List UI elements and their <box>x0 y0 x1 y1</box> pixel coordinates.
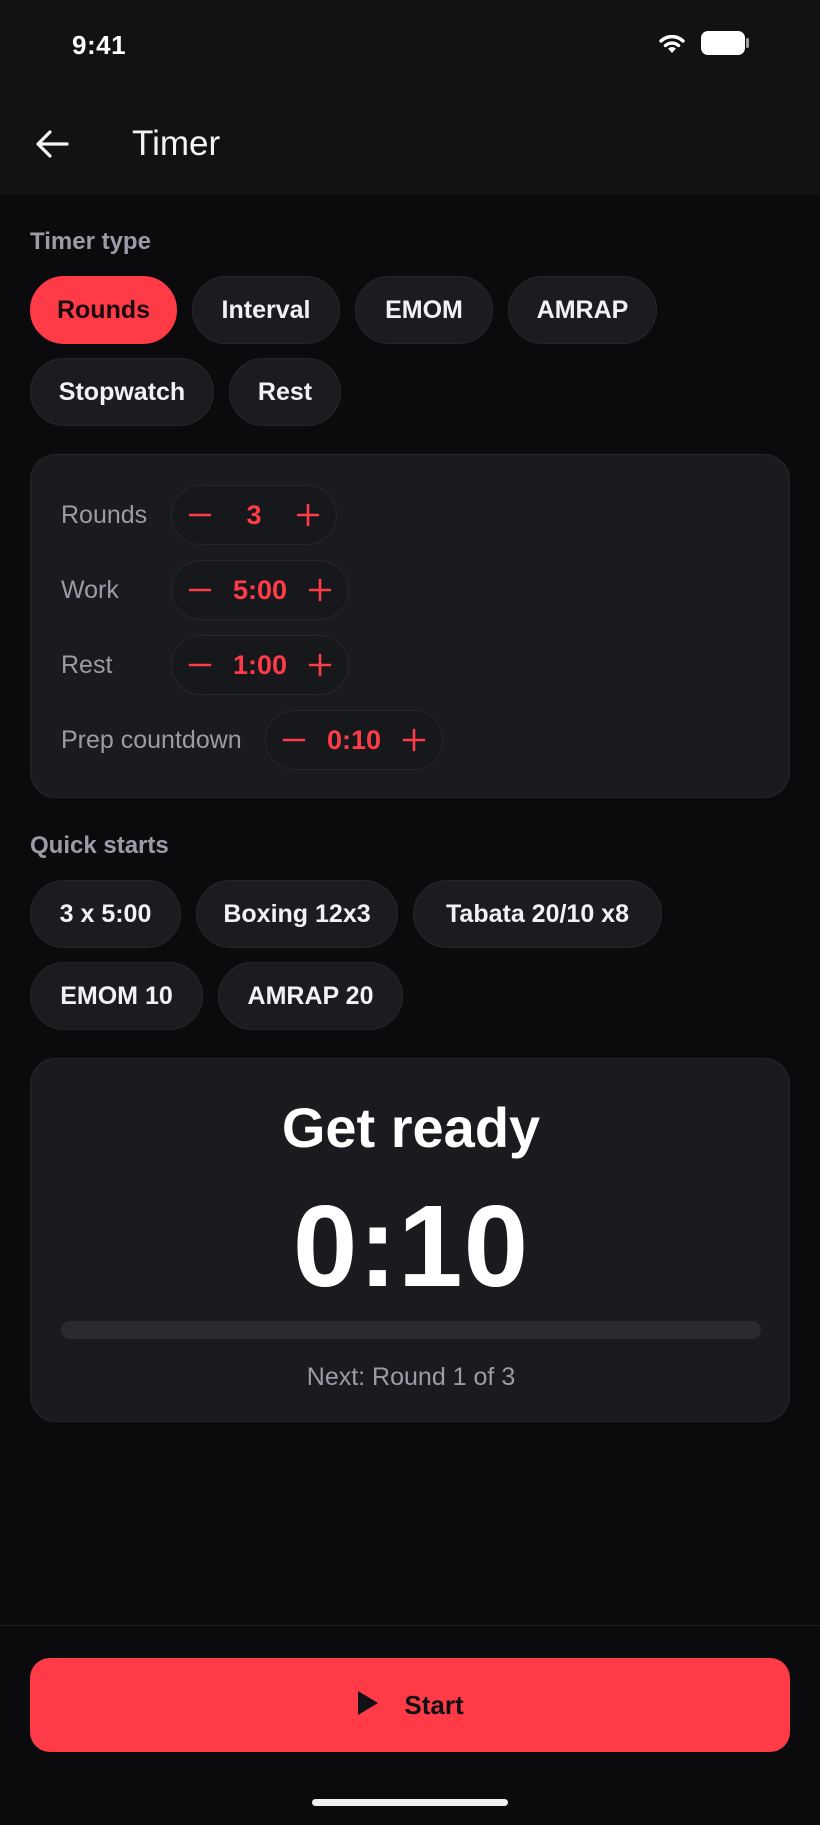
progress-bar <box>61 1321 761 1339</box>
timer-type-chip-rounds[interactable]: Rounds <box>30 276 177 344</box>
battery-icon <box>700 30 750 61</box>
settings-card: Rounds 3 Work 5:00 Rest 1:00 Prep countd… <box>30 454 790 798</box>
wifi-icon <box>656 31 688 60</box>
rest-stepper: 1:00 <box>171 635 349 695</box>
rounds-decrement-button[interactable] <box>172 487 228 543</box>
prep-decrement-button[interactable] <box>266 712 322 768</box>
quick-start-chip[interactable]: Tabata 20/10 x8 <box>413 880 662 948</box>
work-value: 5:00 <box>232 574 288 605</box>
plus-icon <box>308 653 332 677</box>
status-icons <box>656 30 750 61</box>
countdown-clock: 0:10 <box>292 1181 530 1311</box>
rounds-label: Rounds <box>61 501 148 529</box>
app-bar: Timer <box>0 96 820 194</box>
next-round-text: Next: Round 1 of 3 <box>306 1363 516 1391</box>
rest-increment-button[interactable] <box>292 637 348 693</box>
status-bar: 9:41 <box>0 0 820 96</box>
prep-increment-button[interactable] <box>386 712 442 768</box>
minus-icon <box>188 588 212 592</box>
page-title: Timer <box>132 124 221 163</box>
prep-countdown-label: Prep countdown <box>61 726 242 754</box>
rounds-stepper: 3 <box>171 485 337 545</box>
quick-start-chip[interactable]: Boxing 12x3 <box>196 880 398 948</box>
rest-decrement-button[interactable] <box>172 637 228 693</box>
quick-starts-label: Quick starts <box>30 832 169 859</box>
minus-icon <box>188 513 212 517</box>
minus-icon <box>188 663 212 667</box>
bottom-bar: Start <box>0 1625 820 1825</box>
quick-start-chip[interactable]: AMRAP 20 <box>218 962 403 1030</box>
back-button[interactable] <box>24 120 80 172</box>
work-label: Work <box>61 576 119 604</box>
plus-icon <box>402 728 426 752</box>
rest-label: Rest <box>61 651 113 679</box>
timer-type-chip-interval[interactable]: Interval <box>192 276 340 344</box>
work-increment-button[interactable] <box>292 562 348 618</box>
plus-icon <box>308 578 332 602</box>
work-stepper: 5:00 <box>171 560 349 620</box>
countdown-card: Get ready 0:10 Next: Round 1 of 3 <box>30 1058 790 1422</box>
status-time: 9:41 <box>72 30 127 60</box>
timer-type-chip-stopwatch[interactable]: Stopwatch <box>30 358 214 426</box>
prep-countdown-value: 0:10 <box>326 724 382 755</box>
start-button[interactable]: Start <box>30 1658 790 1752</box>
home-indicator <box>312 1799 508 1806</box>
arrow-left-icon <box>35 129 69 164</box>
work-decrement-button[interactable] <box>172 562 228 618</box>
quick-start-chip[interactable]: 3 x 5:00 <box>30 880 181 948</box>
prep-countdown-stepper: 0:10 <box>265 710 443 770</box>
timer-type-chip-amrap[interactable]: AMRAP <box>508 276 657 344</box>
quick-start-chip[interactable]: EMOM 10 <box>30 962 203 1030</box>
rest-value: 1:00 <box>232 649 288 680</box>
timer-type-label: Timer type <box>30 228 151 255</box>
play-icon <box>356 1690 380 1721</box>
minus-icon <box>282 738 306 742</box>
phase-title: Get ready <box>281 1096 541 1159</box>
rounds-increment-button[interactable] <box>280 487 336 543</box>
timer-type-chip-emom[interactable]: EMOM <box>355 276 493 344</box>
rounds-value: 3 <box>246 499 262 530</box>
timer-type-chip-rest[interactable]: Rest <box>229 358 341 426</box>
start-button-label: Start <box>404 1689 464 1720</box>
plus-icon <box>296 503 320 527</box>
